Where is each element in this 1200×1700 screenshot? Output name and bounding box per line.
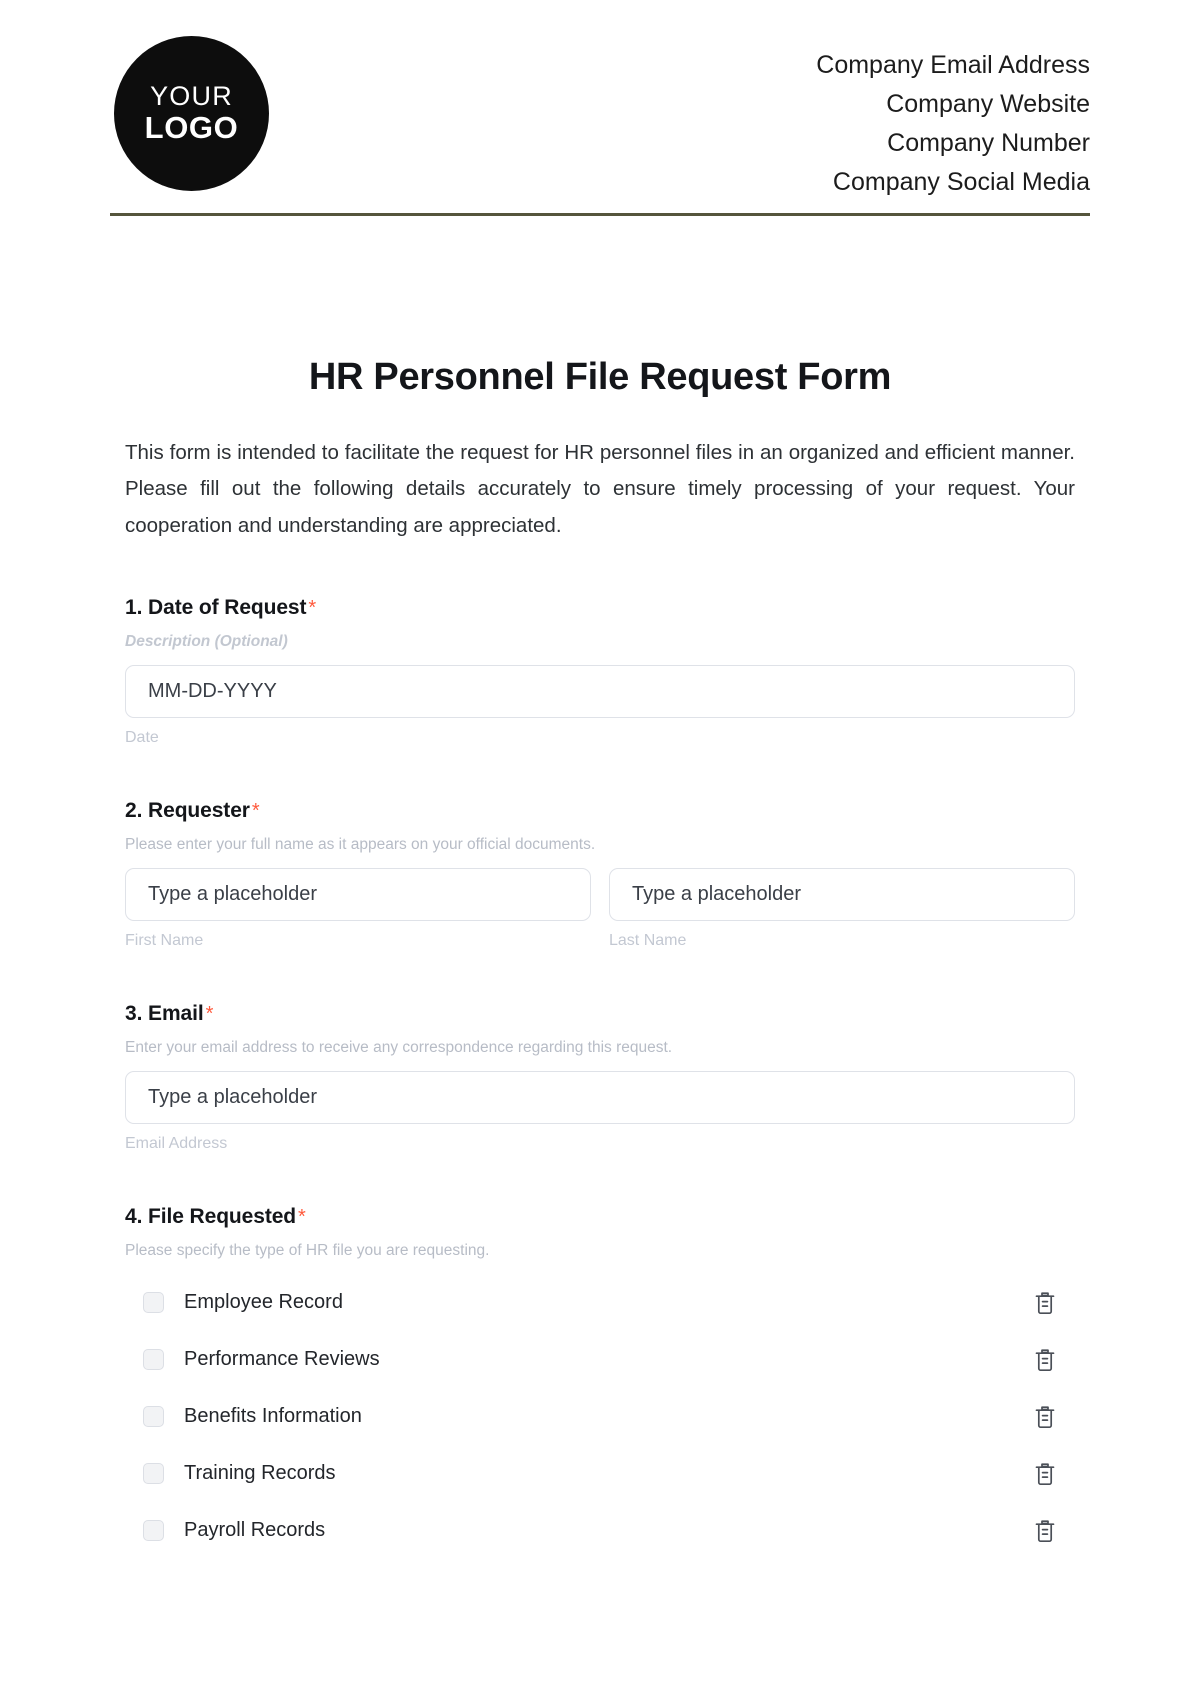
question-1-label: 1. Date of Request: [125, 596, 307, 620]
form-page: YOUR LOGO Company Email Address Company …: [0, 0, 1200, 1700]
option-label: Employee Record: [184, 1291, 343, 1314]
email-input[interactable]: Type a placeholder: [125, 1071, 1075, 1125]
file-requested-option-list: Employee Record Performance Reviews Bene…: [125, 1286, 1075, 1547]
company-social-media: Company Social Media: [832, 168, 1090, 196]
required-asterisk: *: [308, 597, 317, 620]
page-title: HR Personnel File Request Form: [308, 356, 892, 398]
question-1-date-of-request: 1. Date of Request * Description (Optiona…: [125, 596, 1075, 747]
trash-icon[interactable]: [1033, 1461, 1057, 1487]
question-2-label: 2. Requester: [125, 799, 250, 823]
question-4-title: 4. File Requested *: [125, 1205, 1075, 1229]
question-3-description: Enter your email address to receive any …: [125, 1039, 673, 1057]
date-field-wrapper: MM-DD-YYYY Date: [125, 665, 1075, 747]
option-label: Performance Reviews: [184, 1348, 380, 1371]
list-item[interactable]: Performance Reviews: [125, 1343, 1075, 1376]
question-3-fields: Type a placeholder Email Address: [125, 1071, 1075, 1153]
list-item[interactable]: Employee Record: [125, 1286, 1075, 1319]
trash-icon[interactable]: [1033, 1518, 1057, 1544]
logo-line-2: LOGO: [144, 110, 239, 146]
checkbox-payroll-records[interactable]: [143, 1520, 164, 1542]
question-2-requester: 2. Requester * Please enter your full nam…: [125, 799, 1075, 950]
email-sub-label: Email Address: [125, 1135, 228, 1153]
form-content: HR Personnel File Request Form This form…: [0, 356, 1200, 1547]
first-name-field-wrapper: Type a placeholder: [125, 868, 591, 922]
checkbox-performance-reviews[interactable]: [143, 1349, 164, 1371]
list-item[interactable]: Training Records: [125, 1457, 1075, 1490]
last-name-field-wrapper: Type a placeholder: [609, 868, 1075, 922]
trash-icon[interactable]: [1033, 1347, 1057, 1373]
header-divider: [110, 213, 1090, 216]
option-label: Benefits Information: [184, 1405, 362, 1428]
question-2-sub-labels: First Name Last Name: [125, 932, 1075, 950]
question-2-title: 2. Requester *: [125, 799, 1075, 823]
question-3-title: 3. Email *: [125, 1002, 1075, 1026]
logo-line-1: YOUR: [150, 81, 233, 112]
option-label: Payroll Records: [184, 1519, 326, 1542]
question-1-title: 1. Date of Request *: [125, 596, 1075, 620]
date-sub-label: Date: [125, 729, 159, 747]
required-asterisk: *: [251, 800, 260, 823]
last-name-input[interactable]: Type a placeholder: [609, 868, 1075, 922]
company-logo: YOUR LOGO: [114, 36, 269, 191]
required-asterisk: *: [298, 1206, 306, 1229]
question-1-fields: MM-DD-YYYY Date: [125, 665, 1075, 747]
company-email-address: Company Email Address: [816, 51, 1090, 79]
question-2-fields: Type a placeholder Type a placeholder: [125, 868, 1075, 922]
email-field-wrapper: Type a placeholder Email Address: [125, 1071, 1075, 1153]
question-4-file-requested: 4. File Requested * Please specify the ty…: [125, 1205, 1075, 1547]
page-header: YOUR LOGO Company Email Address Company …: [0, 0, 1200, 196]
trash-icon[interactable]: [1033, 1290, 1057, 1316]
checkbox-training-records[interactable]: [143, 1463, 164, 1485]
required-asterisk: *: [205, 1003, 214, 1026]
first-name-sub-label: First Name: [125, 932, 204, 950]
list-item[interactable]: Payroll Records: [125, 1514, 1075, 1547]
company-number: Company Number: [887, 129, 1090, 157]
trash-icon[interactable]: [1033, 1404, 1057, 1430]
question-4-description: Please specify the type of HR file you a…: [125, 1242, 490, 1260]
list-item[interactable]: Benefits Information: [125, 1400, 1075, 1433]
option-label: Training Records: [184, 1462, 336, 1485]
first-name-input[interactable]: Type a placeholder: [125, 868, 591, 922]
date-input[interactable]: MM-DD-YYYY: [125, 665, 1075, 719]
question-3-label: 3. Email: [125, 1002, 204, 1026]
question-4-label: 4. File Requested: [125, 1205, 297, 1229]
company-website: Company Website: [886, 90, 1090, 118]
question-2-description: Please enter your full name as it appear…: [125, 836, 596, 854]
checkbox-benefits-information[interactable]: [143, 1406, 164, 1428]
question-1-description: Description (Optional): [125, 633, 288, 651]
checkbox-employee-record[interactable]: [143, 1292, 164, 1314]
company-contact-block: Company Email Address Company Website Co…: [816, 36, 1090, 202]
question-3-email: 3. Email * Enter your email address to re…: [125, 1002, 1075, 1153]
last-name-sub-label: Last Name: [609, 932, 687, 950]
form-intro-paragraph: This form is intended to facilitate the …: [125, 441, 1075, 537]
